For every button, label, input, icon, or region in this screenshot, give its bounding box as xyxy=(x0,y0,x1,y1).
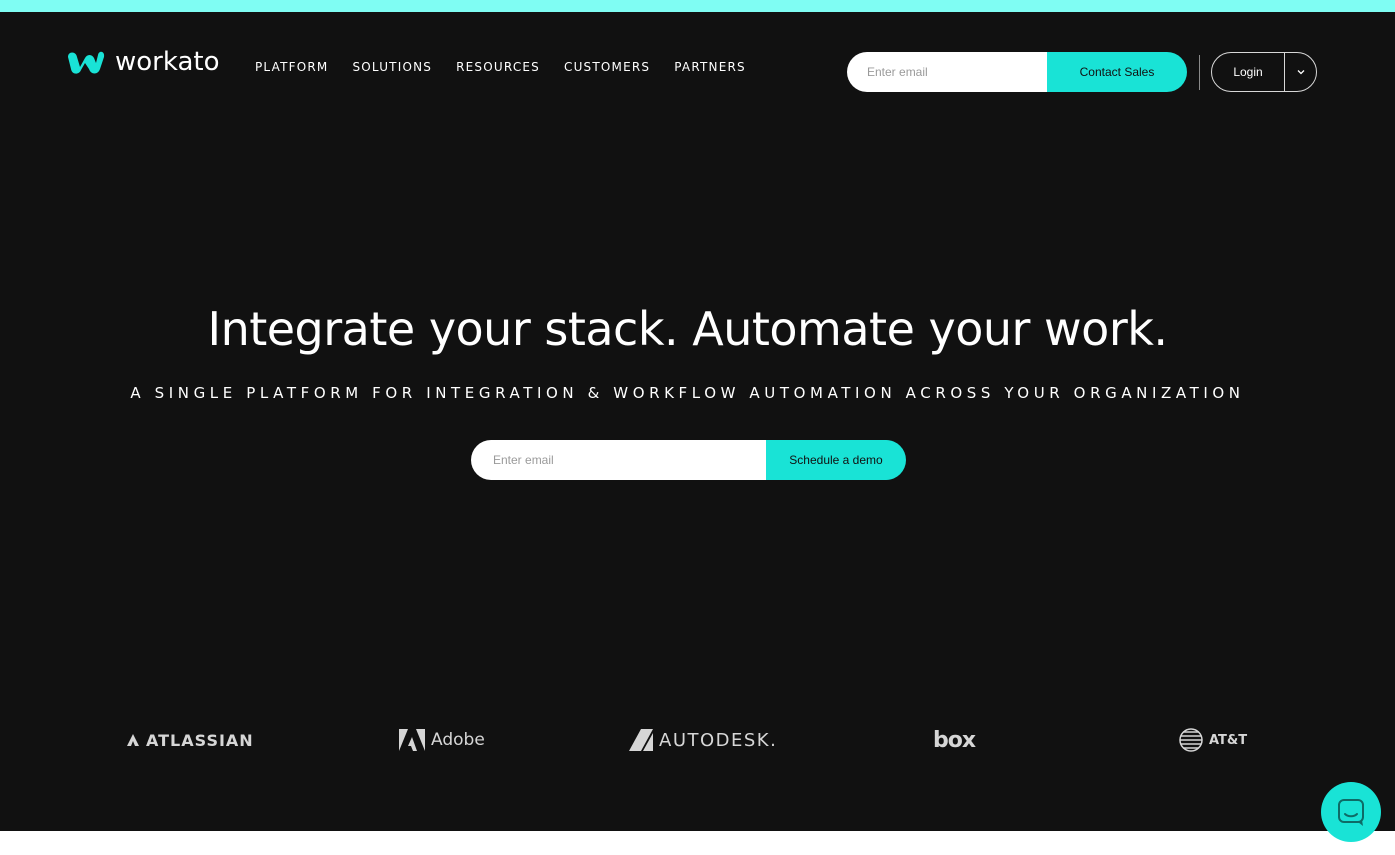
adobe-mark-icon xyxy=(399,729,425,751)
nav-platform[interactable]: PLATFORM xyxy=(255,60,328,74)
customer-logos: ATLASSIAN Adobe AUTODESK. box AT&T xyxy=(0,720,1395,760)
adobe-logo: Adobe xyxy=(399,720,485,760)
contact-sales-button[interactable]: Contact Sales xyxy=(1047,52,1187,92)
login-group: Login xyxy=(1211,52,1317,92)
nav-customers[interactable]: CUSTOMERS xyxy=(564,60,650,74)
schedule-demo-button[interactable]: Schedule a demo xyxy=(766,440,906,480)
header-contact-form: Contact Sales xyxy=(847,52,1187,92)
autodesk-logo: AUTODESK. xyxy=(629,720,777,760)
nav-resources[interactable]: RESOURCES xyxy=(456,60,540,74)
nav-solutions[interactable]: SOLUTIONS xyxy=(352,60,432,74)
att-globe-icon xyxy=(1179,728,1203,752)
logo-wordmark: workato xyxy=(115,47,220,77)
login-dropdown-toggle[interactable] xyxy=(1285,53,1316,91)
hero-email-input[interactable] xyxy=(471,440,766,480)
atlassian-logo: ATLASSIAN xyxy=(126,720,254,760)
att-logo: AT&T xyxy=(1179,720,1247,760)
header-divider xyxy=(1199,55,1200,90)
hero-title: Integrate your stack. Automate your work… xyxy=(207,302,1169,356)
workato-logo[interactable]: workato xyxy=(63,42,220,82)
page-background xyxy=(0,12,1395,831)
autodesk-mark-icon xyxy=(629,729,653,751)
chat-launcher-button[interactable] xyxy=(1321,782,1381,842)
chat-bubble-icon xyxy=(1338,799,1364,826)
main-nav: PLATFORM SOLUTIONS RESOURCES CUSTOMERS P… xyxy=(255,60,770,74)
workato-mark-icon xyxy=(68,51,105,74)
box-logo: box xyxy=(933,727,976,753)
atlassian-mark-icon xyxy=(127,734,139,746)
login-button[interactable]: Login xyxy=(1212,53,1285,91)
top-announcement-strip xyxy=(0,0,1395,12)
hero-demo-form: Schedule a demo xyxy=(471,440,906,480)
header-email-input[interactable] xyxy=(847,52,1047,92)
nav-partners[interactable]: PARTNERS xyxy=(674,60,746,74)
chevron-down-icon xyxy=(1297,70,1304,75)
hero-subtitle: A SINGLE PLATFORM FOR INTEGRATION & WORK… xyxy=(130,384,1245,402)
